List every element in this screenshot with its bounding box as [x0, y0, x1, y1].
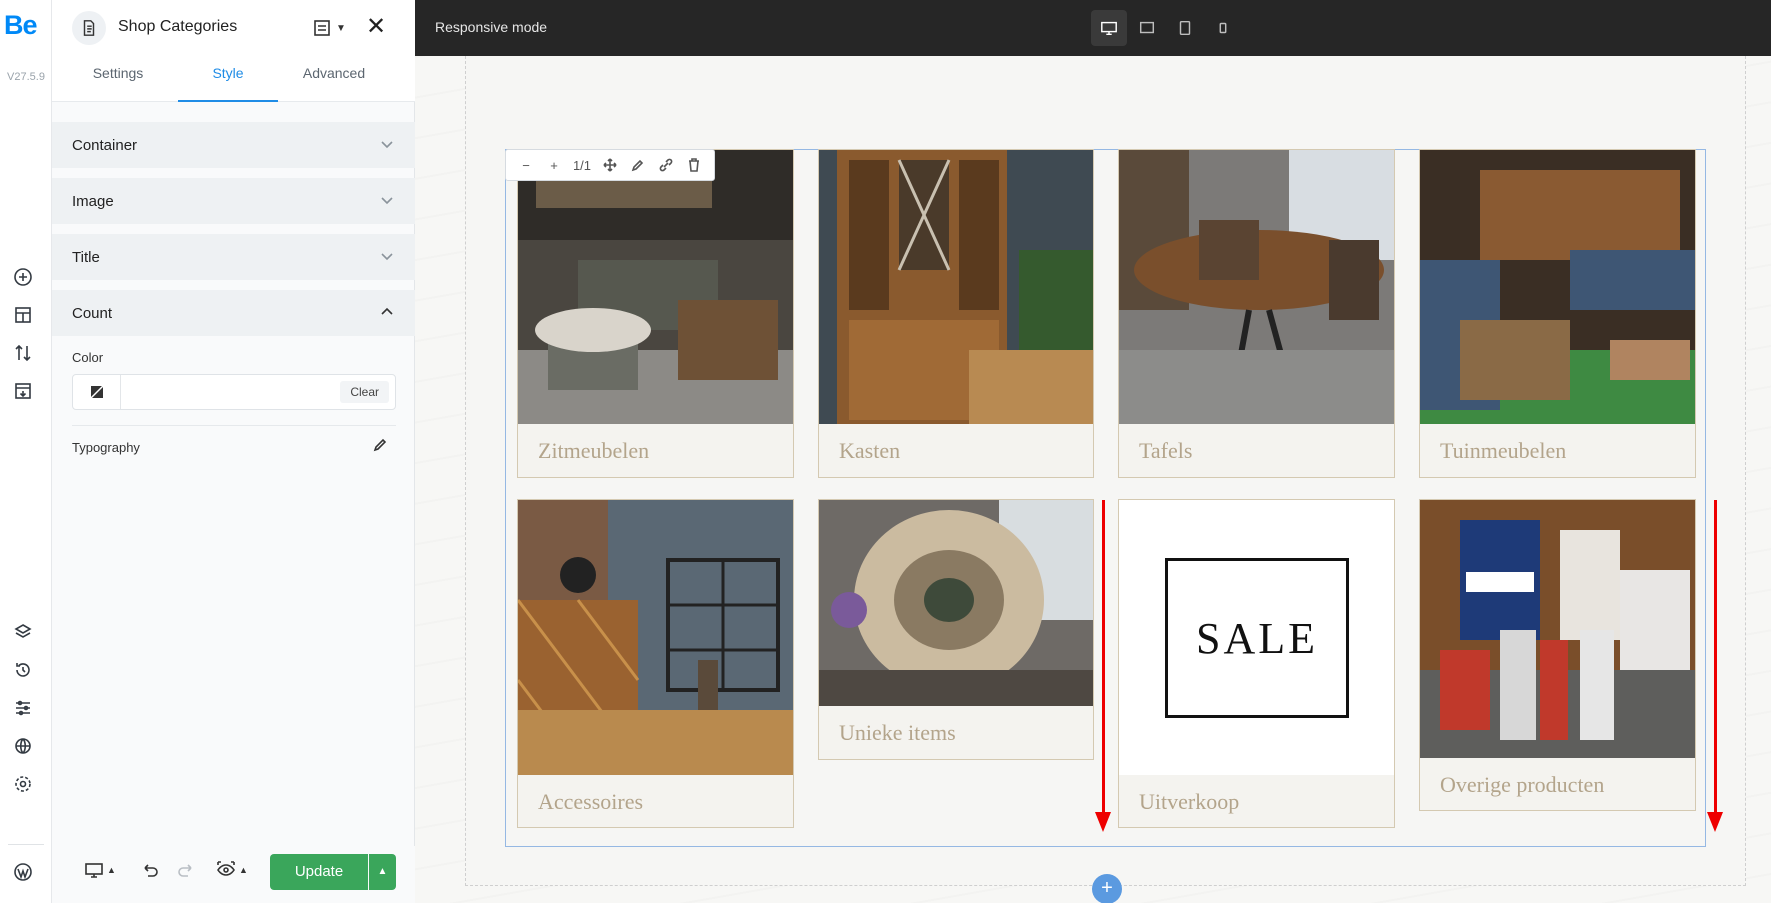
globe-icon[interactable] [10, 733, 36, 759]
color-label: Color [72, 350, 104, 365]
section-heading-cropped [505, 28, 905, 56]
undo-icon[interactable] [140, 856, 160, 884]
category-title: Tuinmeubelen [1440, 438, 1567, 463]
version-label: V27.5.9 [7, 71, 45, 83]
color-swatch-icon[interactable] [73, 375, 121, 409]
chevron-down-icon [379, 136, 395, 157]
gear-icon[interactable] [10, 771, 36, 797]
be-logo[interactable]: Be [4, 10, 38, 41]
update-button[interactable]: Update [270, 854, 368, 890]
panel-tabs: Settings Style Advanced [52, 56, 415, 102]
category-card-tafels[interactable]: Tafels [1118, 149, 1395, 478]
chevron-down-icon [379, 248, 395, 269]
pencil-icon[interactable] [372, 437, 388, 458]
section-title[interactable]: Title [52, 234, 415, 280]
section-container[interactable]: Container [52, 122, 415, 168]
category-title: Accessoires [538, 789, 644, 814]
tab-advanced[interactable]: Advanced [284, 56, 384, 102]
tablet-icon[interactable] [1167, 10, 1203, 46]
desktop-icon [85, 863, 103, 878]
desktop-icon[interactable] [1091, 10, 1127, 46]
responsive-device-toggle[interactable]: ▲ [84, 856, 116, 884]
duplicate-icon[interactable] [652, 150, 680, 180]
caret-up-icon: ▲ [107, 865, 116, 875]
sale-label: SALE [1165, 558, 1349, 718]
sort-icon[interactable] [10, 340, 36, 366]
category-card-kasten[interactable]: Kasten [818, 149, 1094, 478]
category-card-uitverkoop[interactable]: SALE Uitverkoop [1118, 499, 1395, 828]
pre-built-icon[interactable] [10, 378, 36, 404]
annotation-arrow-head [1095, 812, 1111, 832]
chevron-up-icon [379, 304, 395, 325]
element-toolbar: − + 1/1 [505, 149, 715, 181]
section-label: Container [72, 137, 138, 154]
redo-icon[interactable] [176, 856, 196, 884]
category-image[interactable]: SALE [1119, 500, 1394, 775]
element-settings-panel: Shop Categories ▼ ✕ Settings Style Advan… [52, 0, 415, 903]
section-label: Count [72, 305, 113, 322]
decrease-size-button[interactable]: − [512, 150, 540, 180]
divider [72, 425, 396, 426]
category-title: Overige producten [1440, 772, 1605, 797]
category-card-unieke-items[interactable]: Unieke items [818, 499, 1094, 760]
document-icon [72, 11, 106, 45]
update-options-button[interactable]: ▲ [369, 854, 396, 890]
history-icon[interactable] [10, 657, 36, 683]
preview-icon[interactable]: ▲ [216, 856, 248, 884]
category-title: Kasten [839, 438, 901, 463]
category-image[interactable] [1420, 150, 1695, 424]
category-title: Tafels [1139, 438, 1193, 463]
annotation-arrow [1102, 500, 1105, 815]
add-element-icon[interactable] [10, 264, 36, 290]
tab-settings[interactable]: Settings [74, 56, 162, 102]
pencil-icon[interactable] [624, 150, 652, 180]
move-icon[interactable] [596, 150, 624, 180]
clear-color-button[interactable]: Clear [340, 381, 389, 403]
icon-rail: Be V27.5.9 [0, 0, 52, 903]
settings-sliders-icon[interactable] [10, 695, 36, 721]
category-title: Unieke items [839, 720, 956, 745]
options-icon [314, 20, 330, 36]
rail-divider [8, 844, 44, 845]
add-section-button[interactable]: + [1092, 874, 1122, 903]
category-card-overige-producten[interactable]: Overige producten [1419, 499, 1696, 811]
caret-up-icon: ▲ [239, 865, 248, 875]
category-image[interactable] [819, 150, 1093, 424]
increase-size-button[interactable]: + [540, 150, 568, 180]
category-title: Uitverkoop [1139, 789, 1240, 814]
category-image[interactable] [1119, 150, 1394, 424]
typography-label: Typography [72, 440, 140, 455]
section-count[interactable]: Count [52, 290, 415, 336]
annotation-arrow [1714, 500, 1717, 815]
layers-icon[interactable] [10, 619, 36, 645]
tab-style[interactable]: Style [178, 56, 278, 102]
add-section-icon[interactable] [10, 302, 36, 328]
wordpress-icon[interactable] [10, 859, 36, 885]
mobile-icon[interactable] [1205, 10, 1241, 46]
panel-footer: ▲ ▲ Update ▲ [52, 846, 415, 903]
element-options-dropdown[interactable]: ▼ [312, 14, 346, 42]
chevron-down-icon: ▼ [336, 22, 346, 34]
category-title: Zitmeubelen [538, 438, 650, 463]
trash-icon[interactable] [680, 150, 708, 180]
section-label: Title [72, 249, 100, 266]
category-image[interactable] [1420, 500, 1695, 758]
category-card-accessoires[interactable]: Accessoires [517, 499, 794, 828]
panel-title: Shop Categories [118, 18, 238, 35]
laptop-icon[interactable] [1129, 10, 1165, 46]
chevron-down-icon [379, 192, 395, 213]
category-card-zitmeubelen[interactable]: Zitmeubelen [517, 149, 794, 478]
section-image[interactable]: Image [52, 178, 415, 224]
color-picker-field[interactable]: Clear [72, 374, 396, 410]
category-image[interactable] [518, 150, 793, 424]
category-image[interactable] [518, 500, 793, 775]
category-card-tuinmeubelen[interactable]: Tuinmeubelen [1419, 149, 1696, 478]
size-ratio-label: 1/1 [572, 157, 592, 173]
panel-header: Shop Categories ▼ ✕ [52, 0, 415, 56]
category-image[interactable] [819, 500, 1093, 706]
section-label: Image [72, 193, 114, 210]
annotation-arrow-head [1707, 812, 1723, 832]
close-icon[interactable]: ✕ [366, 13, 386, 41]
